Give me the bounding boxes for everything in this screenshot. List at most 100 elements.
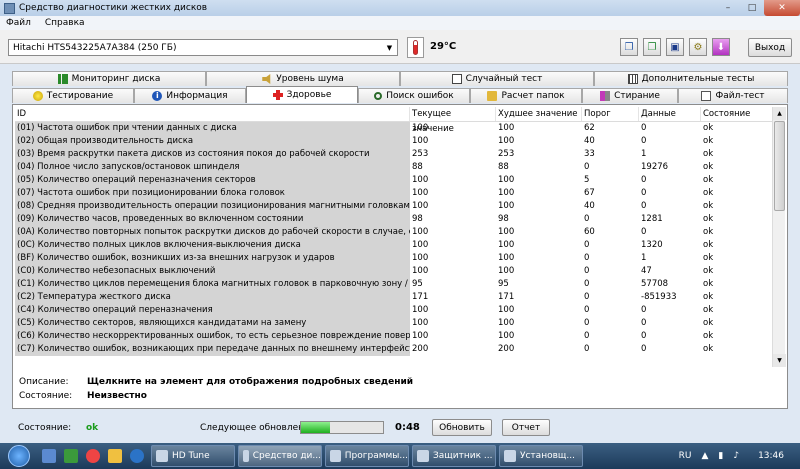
dice-icon [451,74,462,84]
scroll-up-icon[interactable]: ▲ [773,107,786,120]
tab-random-test[interactable]: Случайный тест [400,71,594,86]
save-icon: ▣ [670,41,680,53]
tab-extra-tests[interactable]: Дополнительные тесты [594,71,788,86]
table-row[interactable]: (C1) Количество циклов перемещения блока… [15,278,785,291]
tab-error-scan[interactable]: Поиск ошибок [358,88,470,103]
network-icon[interactable]: ▮ [718,451,723,461]
disk-select[interactable]: Hitachi HTS543225A7A384 (250 ГБ) ▼ [8,39,398,56]
cell-status: ok [703,253,714,263]
windows-orb-icon [8,445,30,467]
diagnostics-icon [243,450,249,462]
excel-icon[interactable] [64,449,78,463]
scroll-down-icon[interactable]: ▼ [773,354,786,367]
menu-file[interactable]: Файл [6,18,31,28]
table-row[interactable]: (0C) Количество полных циклов включения-… [15,239,785,252]
refresh-button[interactable]: Обновить [432,419,492,436]
table-row[interactable]: (03) Время раскрутки пакета дисков из со… [15,148,785,161]
tab-health[interactable]: Здоровье [246,86,358,103]
taskbar-item-diagnostics[interactable]: Средство ди... [238,445,322,467]
table-row[interactable]: (C2) Температура жесткого диска 171 171 0 -8… [15,291,785,304]
table-row[interactable]: (01) Частота ошибок при чтении данных с … [15,122,785,135]
download-button[interactable]: ⬇ [712,38,730,56]
cell-threshold: 0 [584,266,590,276]
cell-current: 100 [412,188,429,198]
taskbar-item-programs[interactable]: Программы... [325,445,409,467]
status-bar: Состояние: ok Следующее обновление: 0:48… [0,409,800,443]
table-row[interactable]: (07) Частота ошибок при позиционировании… [15,187,785,200]
table-row[interactable]: (08) Средняя производительность операции… [15,200,785,213]
cell-id: (C5) Количество секторов, являющихся кан… [15,317,410,330]
cell-status: ok [703,188,714,198]
options-button[interactable]: ⚙ [689,38,707,56]
word-icon[interactable] [42,449,56,463]
tray-arrow-icon[interactable]: ▲ [701,451,708,461]
cell-threshold: 0 [584,162,590,172]
report-button[interactable]: Отчет [502,419,550,436]
cell-threshold: 0 [584,318,590,328]
table-row[interactable]: (C0) Количество небезопасных выключений 1… [15,265,785,278]
cell-status: ok [703,227,714,237]
start-button[interactable] [0,443,38,469]
col-header-data[interactable]: Данные [639,107,701,121]
clock[interactable]: 13:46 [758,451,784,461]
save-button[interactable]: ▣ [666,38,684,56]
tab-info[interactable]: i Информация [134,88,246,103]
tab-testing[interactable]: Тестирование [12,88,134,103]
col-header-worst[interactable]: Худшее значение [496,107,582,121]
tab-folder-usage[interactable]: Расчет папок [470,88,582,103]
col-header-id[interactable]: ID [15,107,410,121]
copy-all-button[interactable]: ❐ [643,38,661,56]
cell-status: ok [703,266,714,276]
table-row[interactable]: (0A) Количество повторных попыток раскру… [15,226,785,239]
tab-erase[interactable]: Стирание [582,88,678,103]
tab-disk-monitor[interactable]: Мониторинг диска [12,71,206,86]
table-scrollbar[interactable]: ▲ ▼ [772,107,786,367]
installer-icon [504,450,516,462]
close-button[interactable]: ✕ [764,0,800,16]
cell-current: 100 [412,266,429,276]
cell-status: ok [703,292,714,302]
menu-help[interactable]: Справка [45,18,85,28]
volume-icon[interactable]: ♪ [733,451,739,461]
table-row[interactable]: (C7) Количество ошибок, возникающих при … [15,343,785,356]
maximize-button[interactable]: □ [740,0,764,16]
cell-data: 57708 [641,279,669,289]
tab-label: Мониторинг диска [71,74,161,84]
table-row[interactable]: (C6) Количество нескорректированных ошиб… [15,330,785,343]
cell-current: 100 [412,253,429,263]
cell-threshold: 0 [584,305,590,315]
language-indicator[interactable]: RU [679,451,692,461]
tab-file-test[interactable]: Файл-тест [678,88,788,103]
col-header-threshold[interactable]: Порог [582,107,639,121]
table-row[interactable]: (05) Количество операций переназначения … [15,174,785,187]
explorer-icon[interactable] [108,449,122,463]
col-header-current[interactable]: Текущее значение [410,107,496,134]
scroll-thumb[interactable] [774,121,785,211]
defender-icon [417,450,429,462]
table-row[interactable]: (02) Общая производительность диска 100 10… [15,135,785,148]
cell-current: 100 [412,318,429,328]
cell-data: 0 [641,331,647,341]
table-row[interactable]: (04) Полное число запусков/остановок шпи… [15,161,785,174]
col-header-status[interactable]: Состояние [701,107,777,121]
cell-current: 100 [412,123,429,133]
cell-status: ok [703,175,714,185]
copy-button[interactable]: ❐ [620,38,638,56]
update-progress-bar [300,421,384,434]
smart-table[interactable]: ID Текущее значение Худшее значение Поро… [15,107,785,367]
tabs-top-row: Мониторинг диска Уровень шума Случайный … [12,71,788,86]
tab-label: Дополнительные тесты [641,74,755,84]
table-row[interactable]: (C4) Количество операций переназначения 1… [15,304,785,317]
table-row[interactable]: (C5) Количество секторов, являющихся кан… [15,317,785,330]
table-row[interactable]: (BF) Количество ошибок, возникших из-за … [15,252,785,265]
taskbar-item-hdtune[interactable]: HD Tune [151,445,235,467]
cell-status: ok [703,305,714,315]
ie-icon[interactable] [130,449,144,463]
tab-noise-level[interactable]: Уровень шума [206,71,400,86]
taskbar-item-installer[interactable]: Установщ... [499,445,583,467]
table-row[interactable]: (09) Количество часов, проведенных во вк… [15,213,785,226]
exit-button[interactable]: Выход [748,38,792,57]
chrome-icon[interactable] [86,449,100,463]
taskbar-item-defender[interactable]: Защитник ... [412,445,496,467]
minimize-button[interactable]: – [716,0,740,16]
